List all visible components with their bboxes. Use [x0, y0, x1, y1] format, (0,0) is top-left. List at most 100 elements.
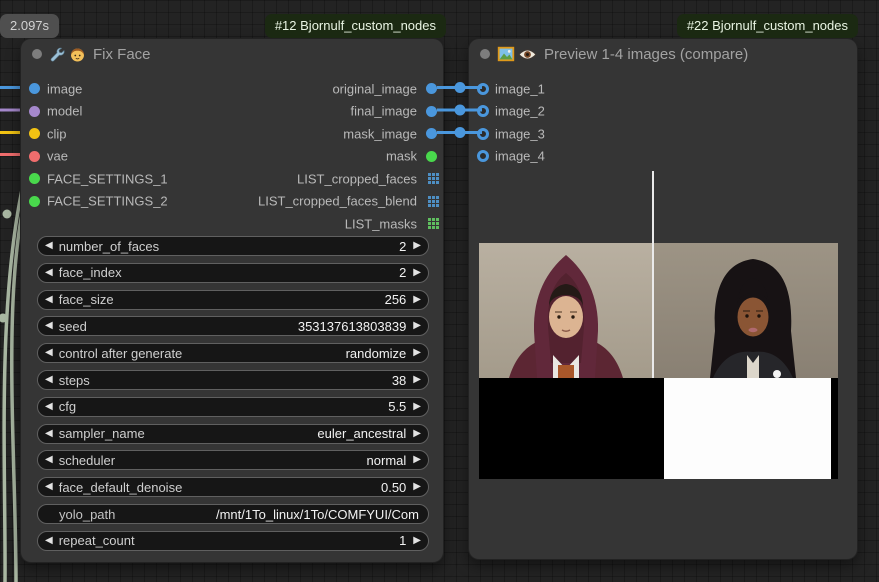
execution-time-badge: 2.097s: [0, 14, 59, 38]
increment-arrow-icon[interactable]: ▶: [413, 375, 421, 385]
decrement-arrow-icon[interactable]: ◀: [45, 536, 53, 546]
widget-label: scheduler: [59, 453, 115, 468]
output-row-LIST_cropped_faces_blend: LIST_cropped_faces_blend: [21, 190, 443, 212]
widget-cfg[interactable]: ◀ cfg 5.5 ▶: [37, 397, 429, 417]
widget-value[interactable]: 353137613803839: [298, 319, 406, 334]
widget-value[interactable]: 2: [399, 265, 406, 280]
decrement-arrow-icon[interactable]: ◀: [45, 429, 53, 439]
increment-arrow-icon[interactable]: ▶: [413, 348, 421, 358]
widget-control-after-generate[interactable]: ◀ control after generate randomize ▶: [37, 343, 429, 363]
widget-label: number_of_faces: [59, 239, 159, 254]
decrement-arrow-icon[interactable]: ◀: [45, 268, 53, 278]
input-port-image_3[interactable]: [477, 128, 489, 140]
compare-slider-line[interactable]: [652, 171, 654, 378]
widget-value[interactable]: normal: [367, 453, 407, 468]
output-label: final_image: [351, 104, 418, 119]
widget-sampler_name[interactable]: ◀ sampler_name euler_ancestral ▶: [37, 424, 429, 444]
widget-steps[interactable]: ◀steps38▶: [37, 370, 429, 390]
list-output-icon-LIST_cropped_faces[interactable]: [428, 173, 439, 184]
increment-arrow-icon[interactable]: ▶: [413, 268, 421, 278]
input-port-image_2[interactable]: [477, 105, 489, 117]
output-label: LIST_cropped_faces_blend: [258, 194, 417, 209]
widget-seed[interactable]: ◀ seed 353137613803839 ▶: [37, 316, 429, 336]
eye-icon: [518, 48, 537, 61]
mask-left-black: [479, 378, 664, 479]
widget-value[interactable]: 5.5: [388, 399, 406, 414]
output-row-mask_image: mask_image: [21, 123, 443, 145]
increment-arrow-icon[interactable]: ▶: [413, 482, 421, 492]
increment-arrow-icon[interactable]: ▶: [413, 321, 421, 331]
person-face-icon: [69, 46, 86, 63]
widget-label: sampler_name: [59, 426, 145, 441]
widget-yolo_path[interactable]: yolo_path/mnt/1To_linux/1To/COMFYUI/Com: [37, 504, 429, 524]
increment-arrow-icon[interactable]: ▶: [413, 455, 421, 465]
widget-value[interactable]: 1: [399, 533, 406, 548]
widget-label: seed: [59, 319, 87, 334]
widget-face_default_denoise[interactable]: ◀ face_default_denoise 0.50 ▶: [37, 477, 429, 497]
widget-value[interactable]: 2: [399, 239, 406, 254]
node-title: Preview 1-4 images (compare): [544, 46, 748, 63]
input-label: image_2: [495, 104, 545, 119]
decrement-arrow-icon[interactable]: ◀: [45, 375, 53, 385]
collapse-dot[interactable]: [480, 49, 490, 59]
output-row-final_image: final_image: [21, 100, 443, 122]
output-port-mask_image[interactable]: [426, 128, 437, 139]
increment-arrow-icon[interactable]: ▶: [413, 429, 421, 439]
output-row-LIST_masks: LIST_masks: [21, 213, 443, 235]
input-row-image_2: image_2: [469, 100, 857, 122]
widget-label: cfg: [59, 399, 76, 414]
decrement-arrow-icon[interactable]: ◀: [45, 482, 53, 492]
widget-label: face_default_denoise: [59, 480, 183, 495]
fix-face-title-bar[interactable]: Fix Face: [21, 39, 443, 69]
compare-preview-image: [479, 243, 838, 378]
mask-right-edge-black: [831, 378, 838, 479]
node-title: Fix Face: [93, 46, 151, 63]
output-row-mask: mask: [21, 145, 443, 167]
output-port-mask[interactable]: [426, 151, 437, 162]
decrement-arrow-icon[interactable]: ◀: [45, 241, 53, 251]
increment-arrow-icon[interactable]: ▶: [413, 241, 421, 251]
widget-value[interactable]: 256: [385, 292, 407, 307]
preview-node[interactable]: Preview 1-4 images (compare) image_1imag…: [468, 38, 858, 560]
collapse-dot[interactable]: [32, 49, 42, 59]
decrement-arrow-icon[interactable]: ◀: [45, 402, 53, 412]
input-port-image_4[interactable]: [477, 150, 489, 162]
output-label: LIST_masks: [345, 216, 417, 231]
increment-arrow-icon[interactable]: ▶: [413, 295, 421, 305]
fix-face-node[interactable]: Fix Face imagemodelclipvaeFACE_SETTINGS_…: [20, 38, 444, 563]
output-port-final_image[interactable]: [426, 106, 437, 117]
decrement-arrow-icon[interactable]: ◀: [45, 455, 53, 465]
widget-scheduler[interactable]: ◀ scheduler normal ▶: [37, 450, 429, 470]
increment-arrow-icon[interactable]: ▶: [413, 402, 421, 412]
decrement-arrow-icon[interactable]: ◀: [45, 321, 53, 331]
preview-node-id-badge: #22 Bjornulf_custom_nodes: [677, 14, 858, 38]
widget-value[interactable]: /mnt/1To_linux/1To/COMFYUI/Com: [216, 507, 419, 522]
list-output-icon-LIST_masks[interactable]: [428, 218, 439, 229]
widget-value[interactable]: 38: [392, 373, 406, 388]
widget-repeat_count[interactable]: ◀repeat_count1▶: [37, 531, 429, 551]
widget-number_of_faces[interactable]: ◀ number_of_faces 2 ▶: [37, 236, 429, 256]
increment-arrow-icon[interactable]: ▶: [413, 536, 421, 546]
fix-face-node-id-badge: #12 Bjornulf_custom_nodes: [265, 14, 446, 38]
widget-face_size[interactable]: ◀face_size256▶: [37, 290, 429, 310]
widget-value[interactable]: euler_ancestral: [317, 426, 406, 441]
decrement-arrow-icon[interactable]: ◀: [45, 295, 53, 305]
wrench-icon: [49, 46, 66, 63]
output-label: original_image: [332, 81, 417, 96]
widget-value[interactable]: 0.50: [381, 480, 406, 495]
input-label: image_3: [495, 126, 545, 141]
widget-label: face_index: [59, 265, 122, 280]
output-label: mask: [386, 149, 417, 164]
widget-face_index[interactable]: ◀ face_index 2 ▶: [37, 263, 429, 283]
picture-icon: [497, 46, 515, 62]
input-label: image_4: [495, 149, 545, 164]
input-row-image_3: image_3: [469, 123, 857, 145]
preview-title-bar[interactable]: Preview 1-4 images (compare): [469, 39, 857, 69]
decrement-arrow-icon[interactable]: ◀: [45, 348, 53, 358]
output-label: LIST_cropped_faces: [297, 171, 417, 186]
list-output-icon-LIST_cropped_faces_blend[interactable]: [428, 196, 439, 207]
widget-label: control after generate: [59, 346, 183, 361]
widget-value[interactable]: randomize: [346, 346, 407, 361]
input-port-image_1[interactable]: [477, 83, 489, 95]
output-port-original_image[interactable]: [426, 83, 437, 94]
